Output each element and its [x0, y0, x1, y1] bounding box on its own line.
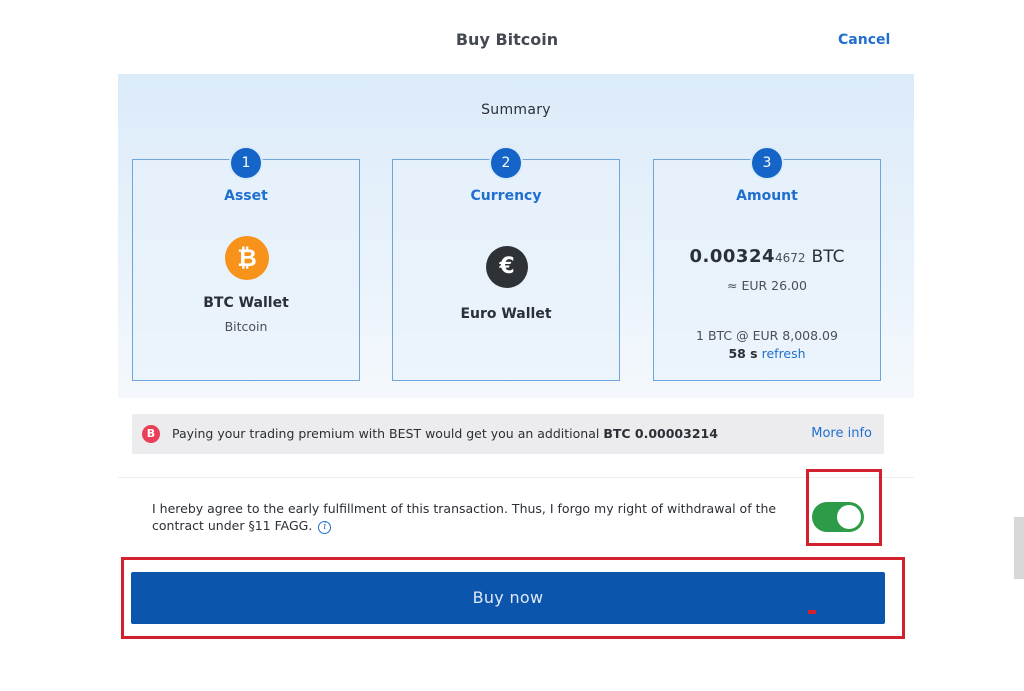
buy-now-button[interactable]: Buy now — [131, 572, 885, 624]
agreement-text: I hereby agree to the early fulfillment … — [152, 500, 802, 534]
refresh-link[interactable]: refresh — [762, 346, 806, 361]
step-number-1: 1 — [229, 146, 263, 180]
agreement-toggle[interactable] — [812, 502, 864, 532]
exchange-rate: 1 BTC @ EUR 8,008.09 — [696, 328, 838, 343]
asset-heading: Asset — [224, 188, 268, 204]
step-number-2: 2 — [489, 146, 523, 180]
premium-message: Paying your trading premium with BEST wo… — [172, 426, 718, 441]
amount-card[interactable]: 3 Amount 0.003244672 BTC ≈ EUR 26.00 1 BT… — [653, 146, 881, 381]
agreement-label: I hereby agree to the early fulfillment … — [152, 501, 777, 533]
premium-bonus: BTC 0.00003214 — [603, 426, 718, 441]
timer-seconds: 58 s — [728, 346, 758, 361]
eur-approx-value: ≈ EUR 26.00 — [727, 278, 807, 293]
toggle-knob — [837, 505, 861, 529]
step-number-3: 3 — [750, 146, 784, 180]
btc-amount-unit: BTC — [811, 247, 845, 267]
asset-name: Bitcoin — [224, 319, 268, 334]
euro-icon: € — [486, 246, 528, 288]
summary-panel: Summary 1 Asset ₿ BTC Wallet Bitcoin 2 C… — [118, 74, 914, 398]
info-icon[interactable]: i — [318, 521, 332, 534]
amount-heading: Amount — [736, 188, 798, 204]
asset-card[interactable]: 1 Asset ₿ BTC Wallet Bitcoin — [132, 146, 360, 381]
currency-wallet-name: Euro Wallet — [460, 306, 552, 322]
btc-amount: 0.003244672 BTC — [654, 246, 880, 267]
divider — [118, 477, 914, 478]
annotation-mark — [808, 610, 816, 614]
best-token-icon: B — [142, 425, 160, 443]
btc-amount-main: 0.00324 — [689, 246, 775, 267]
btc-amount-tail: 4672 — [775, 251, 806, 265]
currency-card[interactable]: 2 Currency € Euro Wallet — [392, 146, 620, 381]
quote-timer: 58 s refresh — [654, 346, 880, 361]
summary-title: Summary — [481, 102, 551, 118]
bitcoin-icon: ₿ — [225, 236, 269, 280]
cancel-button[interactable]: Cancel — [838, 32, 890, 48]
asset-wallet-name: BTC Wallet — [203, 295, 289, 311]
best-premium-banner: B Paying your trading premium with BEST … — [132, 414, 884, 454]
currency-heading: Currency — [470, 188, 542, 204]
scrollbar[interactable] — [1014, 517, 1024, 579]
premium-text: Paying your trading premium with BEST wo… — [172, 426, 600, 441]
more-info-link[interactable]: More info — [811, 426, 872, 441]
